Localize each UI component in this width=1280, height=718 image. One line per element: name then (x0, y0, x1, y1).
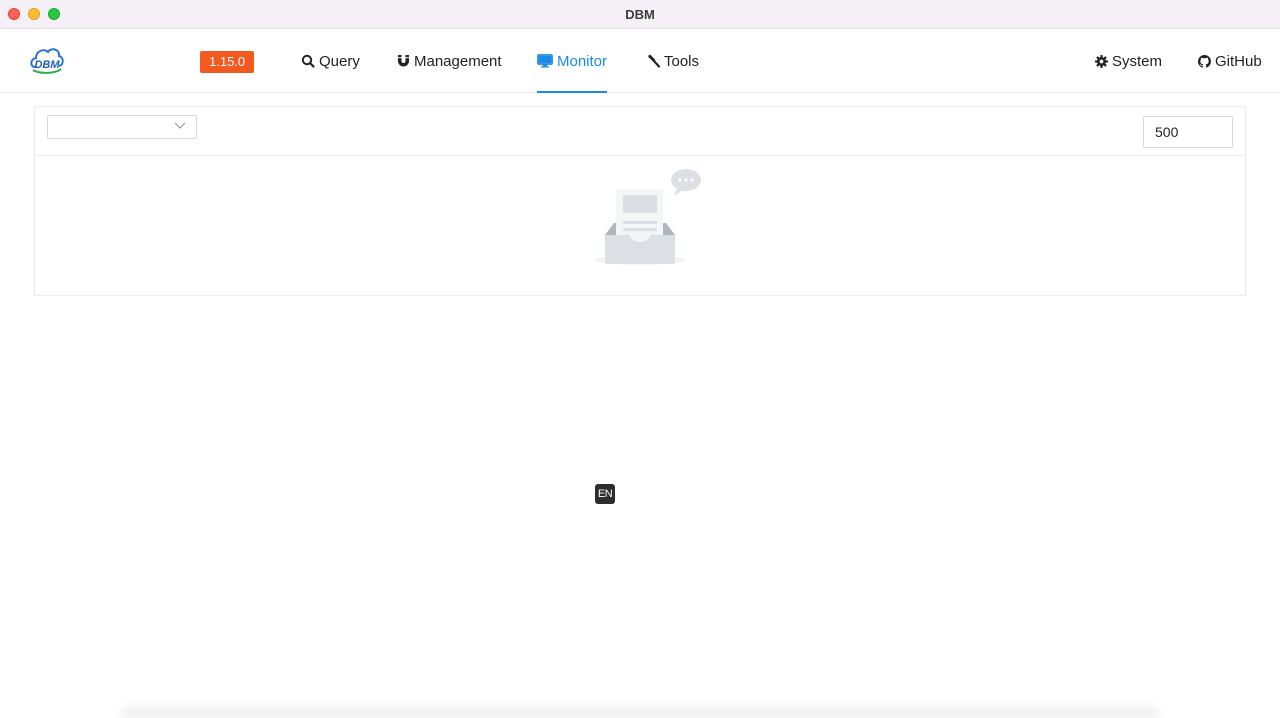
empty-data-icon (595, 169, 701, 265)
top-navbar: DBM 1.15.0 Query Management Monitor Tool… (0, 29, 1280, 93)
window-title: DBM (625, 7, 655, 22)
search-icon (301, 54, 315, 68)
dock-shadow (120, 700, 1160, 718)
nav-query-label: Query (319, 52, 360, 70)
count-input[interactable] (1143, 116, 1233, 148)
monitor-card-header (35, 107, 1245, 156)
svg-text:DBM: DBM (34, 59, 60, 71)
nav-query[interactable]: Query (301, 29, 360, 93)
nav-management[interactable]: Management (397, 29, 502, 93)
nav-tools[interactable]: Tools (646, 29, 699, 93)
input-source-indicator: EN (595, 484, 615, 504)
connection-select[interactable] (47, 115, 197, 139)
nav-system[interactable]: System (1095, 29, 1162, 93)
nav-system-label: System (1112, 52, 1163, 70)
gear-icon (1095, 54, 1108, 68)
nav-github[interactable]: GitHub (1198, 29, 1262, 93)
nav-github-label: GitHub (1215, 52, 1262, 70)
dbm-logo[interactable]: DBM (29, 43, 65, 77)
nav-monitor-label: Monitor (557, 52, 608, 70)
magnet-icon (398, 55, 409, 67)
nav-monitor[interactable]: Monitor (537, 29, 608, 93)
desktop-icon (537, 54, 553, 68)
version-badge: 1.15.0 (200, 51, 255, 73)
github-icon (1198, 54, 1211, 68)
window-titlebar: DBM (0, 0, 1280, 29)
chevron-down-icon (174, 122, 186, 129)
hammer-icon (648, 54, 660, 68)
nav-management-label: Management (414, 52, 502, 70)
monitor-card (34, 106, 1246, 296)
nav-tools-label: Tools (664, 52, 700, 70)
